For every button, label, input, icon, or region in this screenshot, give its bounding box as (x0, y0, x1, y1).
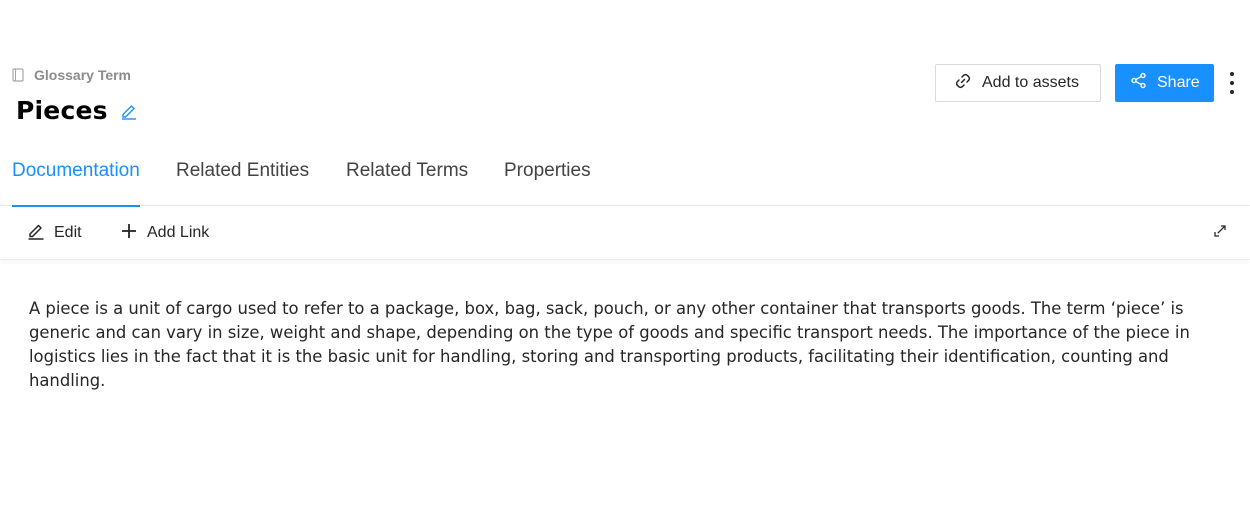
tab-bar: Documentation Related Entities Related T… (0, 150, 1250, 207)
vertical-dots-icon[interactable] (1228, 72, 1236, 94)
page-title: Pieces (16, 96, 108, 125)
pencil-icon (27, 222, 45, 245)
link-icon (954, 72, 972, 95)
book-icon (12, 68, 25, 82)
share-label: Share (1157, 74, 1200, 91)
edit-button[interactable]: Edit (27, 206, 82, 260)
expand-icon[interactable] (1212, 223, 1228, 244)
entity-type-text: Glossary Term (34, 67, 132, 83)
glossary-term-page: Glossary Term Pieces Add to assets Share… (0, 0, 1250, 521)
add-link-label: Add Link (147, 224, 210, 241)
edit-label: Edit (54, 224, 82, 241)
share-icon (1130, 72, 1147, 94)
header-actions: Add to assets Share (935, 64, 1236, 102)
add-link-button[interactable]: Add Link (120, 206, 209, 260)
entity-type-label: Glossary Term (12, 67, 131, 83)
documentation-toolbar: Edit Add Link (0, 206, 1250, 260)
plus-icon (120, 222, 138, 245)
add-to-assets-button[interactable]: Add to assets (935, 64, 1101, 102)
tab-documentation[interactable]: Documentation (12, 150, 140, 207)
share-button[interactable]: Share (1115, 64, 1214, 102)
tab-related-entities[interactable]: Related Entities (176, 150, 309, 206)
documentation-text: A piece is a unit of cargo used to refer… (29, 299, 1190, 390)
title-row: Pieces (16, 96, 138, 125)
tab-related-terms[interactable]: Related Terms (346, 150, 468, 206)
edit-name-pencil-icon[interactable] (120, 102, 138, 120)
add-to-assets-label: Add to assets (982, 74, 1079, 91)
tab-properties[interactable]: Properties (504, 150, 591, 206)
